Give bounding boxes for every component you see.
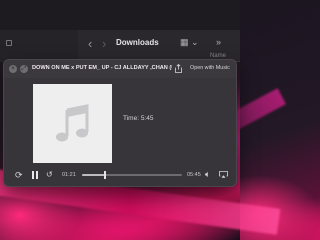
duration-label: Time: 5:45 bbox=[123, 115, 154, 122]
remaining-time: 05:45 bbox=[187, 172, 201, 178]
close-icon[interactable]: × bbox=[9, 65, 17, 73]
quick-look-player: × ⤢ DOWN ON ME x PUT EM_ UP - CJ ALLDAYY… bbox=[3, 59, 237, 187]
forward-chevron-icon[interactable]: › bbox=[102, 36, 106, 51]
track-title: DOWN ON ME x PUT EM_ UP - CJ ALLDAYY ,CH… bbox=[32, 65, 172, 71]
loop-icon[interactable]: ⟳ bbox=[15, 170, 23, 181]
playback-controls: ⟳ ↺ 01:21 05:45 🔈︎ bbox=[4, 165, 236, 186]
music-note-icon bbox=[55, 103, 88, 141]
album-artwork bbox=[33, 84, 112, 163]
playhead[interactable] bbox=[104, 171, 106, 179]
elapsed-time: 01:21 bbox=[62, 172, 76, 178]
rewind-icon[interactable]: ↺ bbox=[46, 170, 53, 179]
more-icon[interactable]: » bbox=[216, 37, 221, 47]
open-with-music-button[interactable]: Open with Music bbox=[190, 65, 230, 71]
fullscreen-icon[interactable]: ⤢ bbox=[20, 65, 28, 73]
finder-sidebar bbox=[0, 30, 78, 62]
pause-icon[interactable] bbox=[32, 171, 39, 179]
sidebar-icon bbox=[6, 40, 12, 46]
share-icon[interactable] bbox=[175, 64, 182, 73]
progress-fill bbox=[82, 174, 105, 176]
progress-bar[interactable] bbox=[82, 171, 182, 179]
airplay-icon[interactable] bbox=[219, 171, 228, 178]
volume-icon[interactable]: 🔈︎ bbox=[205, 169, 210, 180]
grid-view-icon[interactable]: ▦ ⌄ bbox=[180, 37, 199, 48]
player-titlebar: × ⤢ DOWN ON ME x PUT EM_ UP - CJ ALLDAYY… bbox=[4, 60, 236, 78]
back-chevron-icon[interactable]: ‹ bbox=[88, 36, 92, 51]
finder-window-title: Downloads bbox=[116, 38, 159, 47]
